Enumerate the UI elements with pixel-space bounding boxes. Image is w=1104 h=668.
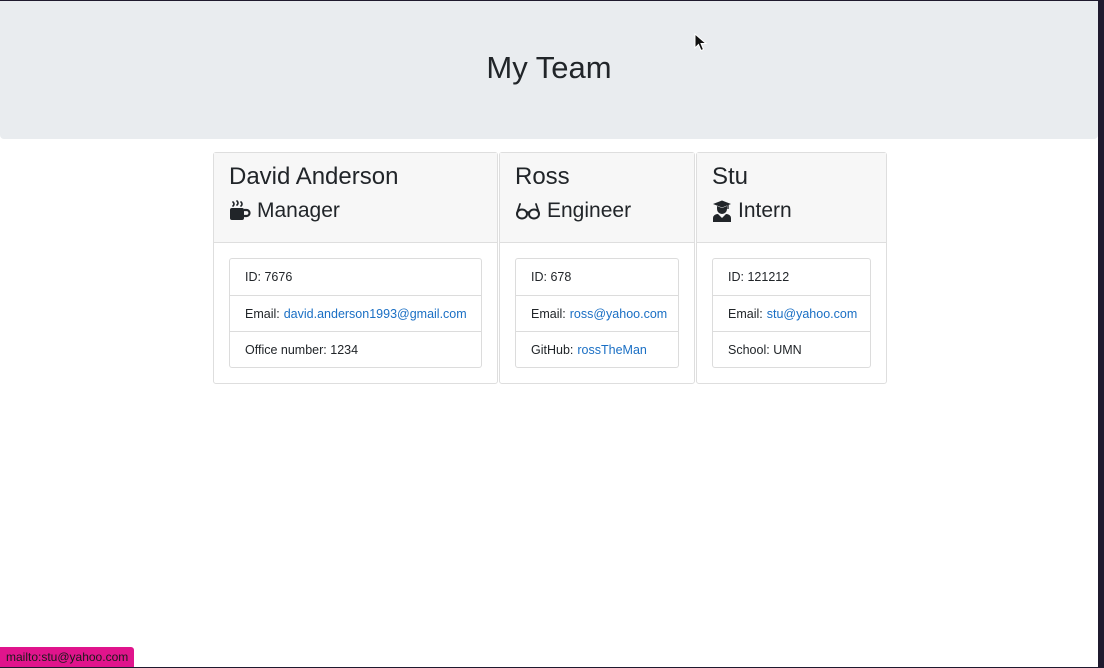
- card-body: ID: 678 Email: ross@yahoo.com GitHub: ro…: [500, 243, 694, 383]
- employee-email: Email: stu@yahoo.com: [713, 295, 870, 331]
- employee-name: David Anderson: [229, 163, 399, 190]
- page-title: My Team: [486, 50, 612, 85]
- team-cards: David Anderson Manager ID: 7676 Email: d…: [213, 152, 888, 384]
- employee-email: Email: ross@yahoo.com: [516, 295, 678, 331]
- office-number: Office number: 1234: [230, 331, 481, 367]
- github-link[interactable]: rossTheMan: [577, 343, 646, 357]
- employee-card-intern: Stu Intern ID: 121212 Email: stu@yahoo.c…: [696, 152, 887, 384]
- employee-name: Ross: [515, 163, 570, 190]
- employee-card-manager: David Anderson Manager ID: 7676 Email: d…: [213, 152, 498, 384]
- employee-role-label: Intern: [738, 199, 792, 222]
- github-username: GitHub: rossTheMan: [516, 331, 678, 367]
- card-header: Stu Intern: [697, 153, 886, 243]
- card-body: ID: 121212 Email: stu@yahoo.com School: …: [697, 243, 886, 383]
- employee-role-label: Manager: [257, 199, 340, 222]
- email-link[interactable]: stu@yahoo.com: [767, 307, 858, 321]
- employee-id: ID: 7676: [245, 270, 293, 284]
- mouse-cursor-icon: [694, 33, 708, 52]
- card-body: ID: 7676 Email: david.anderson1993@gmail…: [214, 243, 497, 383]
- employee-id: ID: 678: [531, 270, 572, 284]
- employee-email: Email: david.anderson1993@gmail.com: [230, 295, 481, 331]
- email-link[interactable]: david.anderson1993@gmail.com: [284, 307, 467, 321]
- employee-card-engineer: Ross Engineer ID: 678 Email: ross@yahoo.…: [499, 152, 695, 384]
- card-header: David Anderson Manager: [214, 153, 497, 243]
- glasses-icon: [515, 201, 541, 221]
- employee-details: ID: 7676 Email: david.anderson1993@gmail…: [229, 258, 482, 368]
- employee-role: Intern: [712, 198, 871, 224]
- graduate-icon: [712, 200, 732, 222]
- employee-details: ID: 121212 Email: stu@yahoo.com School: …: [712, 258, 871, 368]
- employee-role: Engineer: [515, 198, 679, 224]
- card-header: Ross Engineer: [500, 153, 694, 243]
- browser-viewport: My Team David Anderson Manager ID: 7676 …: [0, 1, 1098, 667]
- employee-name: Stu: [712, 163, 749, 190]
- employee-id: ID: 121212: [728, 270, 790, 284]
- header-banner: My Team: [0, 1, 1098, 139]
- school: School: UMN: [713, 331, 870, 367]
- employee-details: ID: 678 Email: ross@yahoo.com GitHub: ro…: [515, 258, 679, 368]
- employee-role: Manager: [229, 198, 482, 224]
- coffee-mug-icon: [229, 200, 251, 222]
- employee-role-label: Engineer: [547, 199, 632, 222]
- email-link[interactable]: ross@yahoo.com: [570, 307, 667, 321]
- link-status-bar: mailto:stu@yahoo.com: [0, 647, 135, 667]
